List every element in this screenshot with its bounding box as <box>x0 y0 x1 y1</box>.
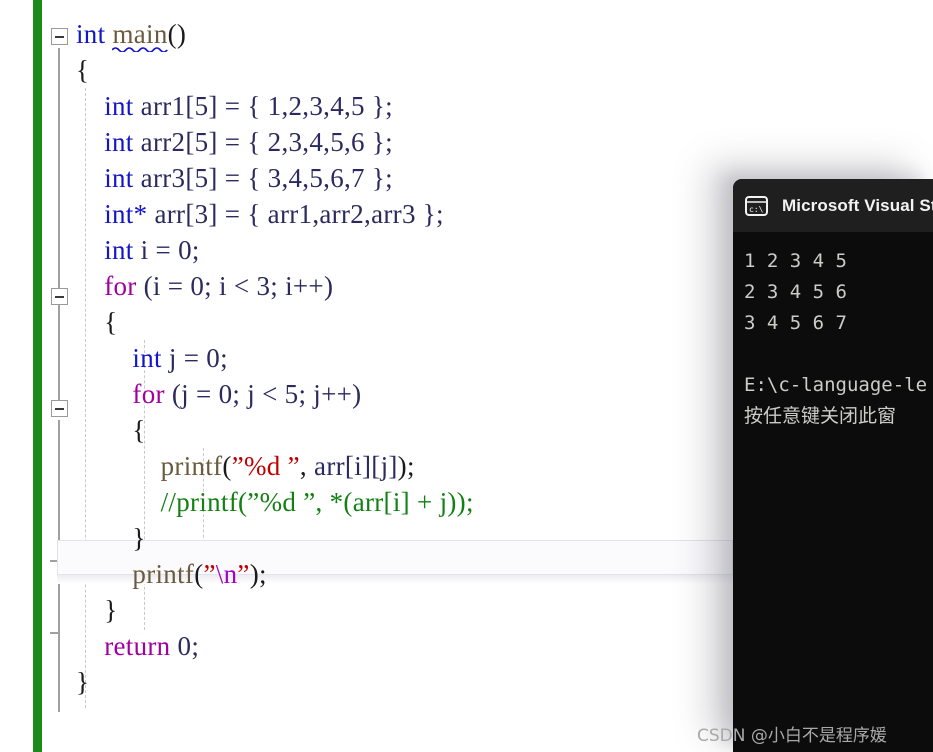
console-window[interactable]: c:\ Microsoft Visual Stud 1 2 3 4 5 2 3 4… <box>733 179 933 752</box>
collapse-box-main[interactable] <box>51 28 68 45</box>
code-line[interactable]: { <box>76 52 474 88</box>
code-token: arr[i][j] <box>314 451 398 481</box>
code-line[interactable]: int i = 0; <box>76 232 474 268</box>
console-line: E:\c-language-le <box>744 374 928 396</box>
saved-change-indicator-bar <box>33 0 42 752</box>
code-token: return <box>104 631 171 661</box>
code-token: j = 0; <box>168 343 228 373</box>
code-line[interactable]: int arr1[5] = { 1,2,3,4,5 }; <box>76 88 474 124</box>
code-token: ( <box>222 451 232 481</box>
code-token: 0; <box>170 631 200 661</box>
console-line: 3 4 5 6 7 <box>744 312 847 334</box>
code-token: { <box>76 55 90 85</box>
code-token: ”%d ” <box>231 451 300 481</box>
svg-text:c:\: c:\ <box>749 205 764 214</box>
code-token: int <box>132 343 169 373</box>
code-line[interactable]: int arr3[5] = { 3,4,5,6,7 }; <box>76 160 474 196</box>
code-token: { <box>132 415 146 445</box>
code-token: ” <box>237 559 250 589</box>
code-token: arr1[5] = { 1,2,3,4,5 }; <box>140 91 393 121</box>
code-token: int <box>76 19 113 49</box>
outline-line-for-inner <box>58 420 60 560</box>
console-titlebar[interactable]: c:\ Microsoft Visual Stud <box>733 179 933 232</box>
outline-line-main <box>58 48 60 291</box>
code-token: } <box>132 523 146 553</box>
code-line[interactable]: { <box>76 304 474 340</box>
code-token: , <box>299 451 315 481</box>
code-token: printf <box>132 559 195 589</box>
code-line[interactable]: int j = 0; <box>76 340 474 376</box>
code-line[interactable]: int arr2[5] = { 2,3,4,5,6 }; <box>76 124 474 160</box>
code-line[interactable]: for (i = 0; i < 3; i++) <box>76 268 474 304</box>
code-token: int <box>104 91 141 121</box>
code-token: arr2[5] = { 2,3,4,5,6 }; <box>140 127 393 157</box>
code-token: } <box>76 667 90 697</box>
code-token: arr[3] = { arr1,arr2,arr3 }; <box>154 199 444 229</box>
code-line[interactable]: //printf(”%d ”, *(arr[i] + j)); <box>76 484 474 520</box>
code-token: (i = 0; i < 3; i++) <box>136 271 334 301</box>
outline-line-for-outer <box>58 305 60 406</box>
code-token: (j = 0; j < 5; j++) <box>164 379 362 409</box>
code-token: int* <box>104 199 155 229</box>
code-token: { <box>104 307 118 337</box>
code-line[interactable]: int main() <box>76 16 474 52</box>
code-token: int <box>104 163 141 193</box>
code-line[interactable]: { <box>76 412 474 448</box>
outline-line-tail-2 <box>58 632 60 712</box>
console-line: 2 3 4 5 6 <box>744 281 847 303</box>
collapse-box-for-inner[interactable] <box>51 400 68 417</box>
code-line[interactable]: } <box>76 520 474 556</box>
code-token: ” <box>203 559 216 589</box>
code-token: ); <box>249 559 267 589</box>
code-line[interactable]: int* arr[3] = { arr1,arr2,arr3 }; <box>76 196 474 232</box>
code-token: int <box>104 235 141 265</box>
code-token: printf <box>160 451 223 481</box>
code-line[interactable]: } <box>76 664 474 700</box>
code-token: //printf(”%d ”, *(arr[i] + j)); <box>160 487 474 517</box>
editor-left-margin <box>0 0 33 752</box>
code-line[interactable]: printf(”%d ”, arr[i][j]); <box>76 448 474 484</box>
collapse-box-for-outer[interactable] <box>51 288 68 305</box>
code-text[interactable]: int main(){ int arr1[5] = { 1,2,3,4,5 };… <box>76 16 474 700</box>
code-line[interactable]: for (j = 0; j < 5; j++) <box>76 376 474 412</box>
code-line[interactable]: } <box>76 592 474 628</box>
code-line[interactable]: printf(”\n”); <box>76 556 474 592</box>
code-token: \n <box>215 559 238 589</box>
console-line: 按任意键关闭此窗 <box>744 405 897 427</box>
code-line[interactable]: return 0; <box>76 628 474 664</box>
code-token: arr3[5] = { 3,4,5,6,7 }; <box>140 163 393 193</box>
console-line: 1 2 3 4 5 <box>744 250 847 272</box>
console-output: 1 2 3 4 5 2 3 4 5 6 3 4 5 6 7 E:\c-languag… <box>733 232 933 432</box>
code-token: } <box>104 595 118 625</box>
code-token: for <box>104 271 137 301</box>
console-title-text: Microsoft Visual Stud <box>782 195 933 215</box>
code-token: for <box>132 379 165 409</box>
code-token: () <box>167 19 187 49</box>
code-token: int <box>104 127 141 157</box>
identifier-with-squiggle: main <box>112 19 168 52</box>
code-token: ); <box>397 451 415 481</box>
code-token: ( <box>194 559 204 589</box>
watermark: CSDN @小白不是程序媛 <box>697 726 887 746</box>
code-token: i = 0; <box>140 235 200 265</box>
console-window-icon: c:\ <box>744 195 769 217</box>
